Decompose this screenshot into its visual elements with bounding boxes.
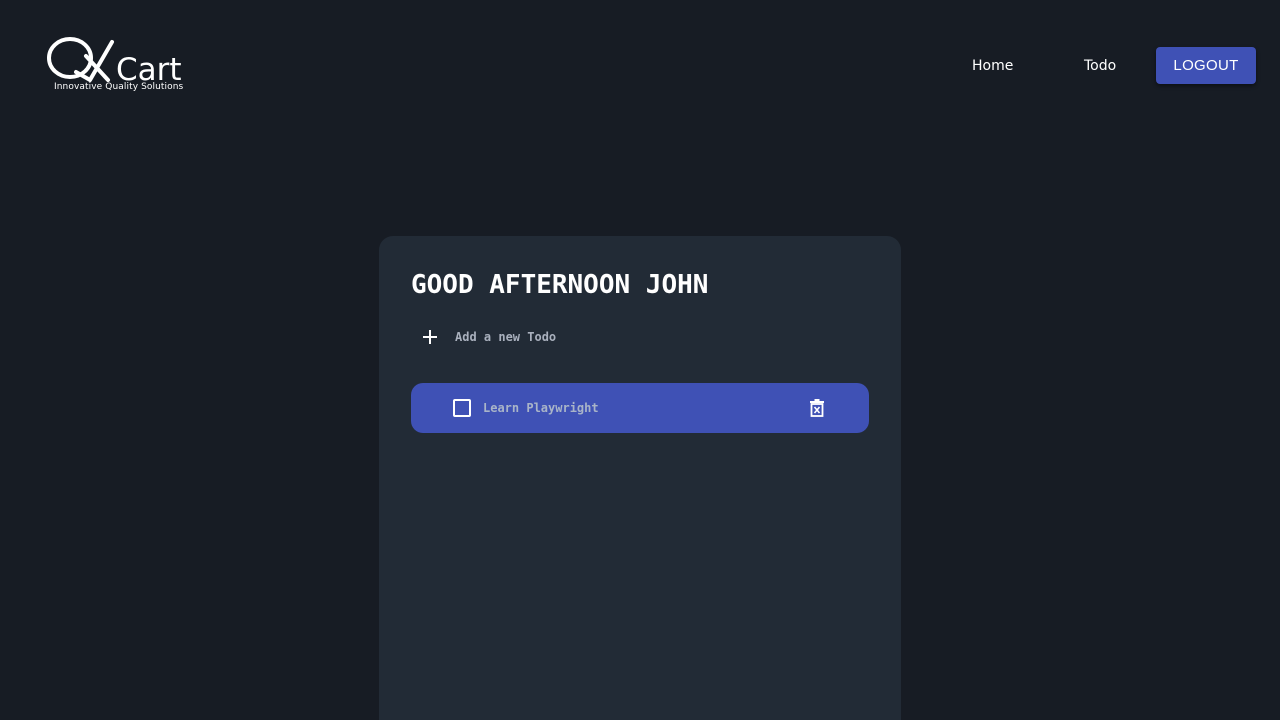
page: Cart Innovative Quality Solutions Home T… (0, 0, 1280, 720)
logout-button[interactable]: LOGOUT (1156, 47, 1256, 84)
greeting-heading: GOOD AFTERNOON JOHN (411, 270, 709, 300)
qkcart-logo[interactable]: Cart Innovative Quality Solutions (46, 36, 198, 96)
logo-mark: Cart (47, 37, 182, 84)
nav-todo-link[interactable]: Todo (1084, 57, 1116, 75)
todo-item[interactable]: Learn Playwright (411, 383, 869, 433)
nav-home-link[interactable]: Home (972, 57, 1013, 75)
svg-text:Cart: Cart (116, 52, 182, 84)
add-todo-row[interactable] (423, 326, 815, 348)
todo-card: GOOD AFTERNOON JOHN Learn Playwright (379, 236, 901, 720)
trash-icon (810, 399, 824, 417)
add-todo-input[interactable] (455, 330, 815, 344)
todo-text: Learn Playwright (483, 401, 599, 415)
delete-icon[interactable] (809, 399, 825, 417)
logo-tagline: Innovative Quality Solutions (54, 82, 184, 92)
todo-checkbox[interactable] (453, 399, 471, 417)
plus-icon[interactable] (423, 330, 437, 344)
